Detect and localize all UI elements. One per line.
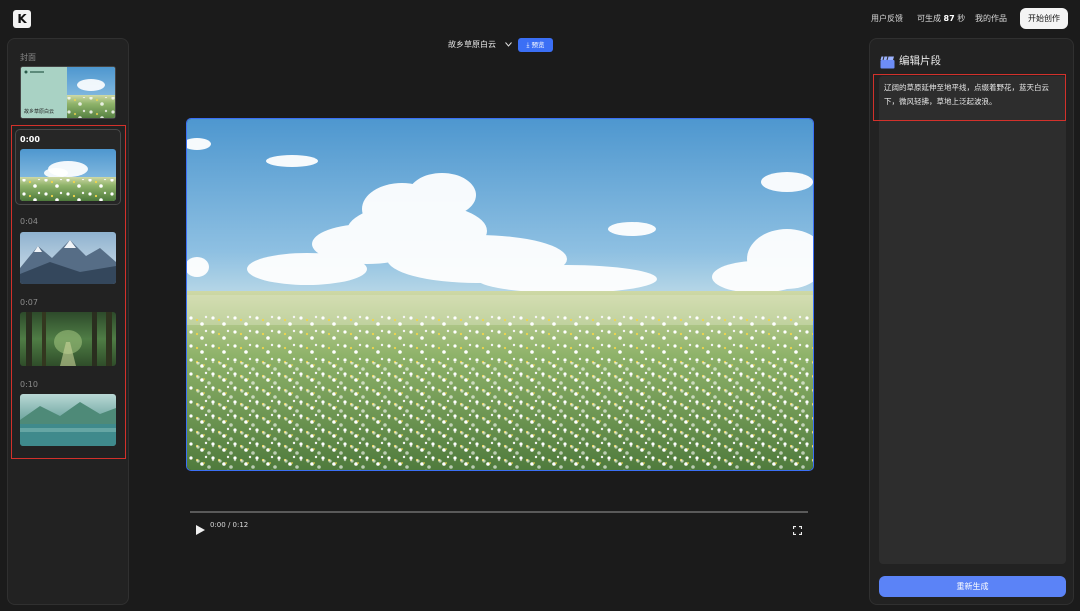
clip-thumbnail-meadow[interactable] <box>20 149 116 201</box>
video-player[interactable] <box>186 118 814 471</box>
clip-time: 0:00 <box>20 135 40 144</box>
segment-description-field[interactable] <box>879 76 1066 564</box>
project-title-dropdown[interactable]: 故乡草原白云 <box>448 39 512 50</box>
clip-time: 0:04 <box>20 217 38 226</box>
my-works-link[interactable]: 我的作品 <box>975 13 1007 24</box>
app-logo[interactable]: K <box>13 10 31 28</box>
credits-prefix: 可生成 <box>917 14 941 23</box>
cover-label: 封面 <box>20 53 36 62</box>
cover-title: 故乡草原白云 <box>24 109 55 115</box>
playback-progress-track[interactable] <box>190 511 808 513</box>
clapperboard-icon <box>880 54 895 73</box>
project-title: 故乡草原白云 <box>448 40 496 49</box>
preview-label: 预览 <box>531 41 545 49</box>
mountains-image <box>20 232 116 284</box>
start-create-button[interactable]: 开始创作 <box>1020 8 1068 29</box>
clip-time: 0:10 <box>20 380 38 389</box>
meadow-image <box>20 149 116 201</box>
clip-thumbnail-forest[interactable] <box>20 312 116 366</box>
download-icon: ⤓ <box>526 41 530 49</box>
lake-image <box>20 394 116 446</box>
credits-value: 87 <box>943 14 955 23</box>
edit-segment-panel: 编辑片段 辽阔的草原延伸至地平线，点缀着野花，蓝天白云下，微风轻拂，草地上泛起波… <box>869 38 1074 605</box>
regenerate-button[interactable]: 重新生成 <box>879 576 1066 597</box>
clip-sidebar: 封面 故乡草原白云 0:00 0:04 0:07 0:10 <box>7 38 129 605</box>
play-icon[interactable] <box>196 520 205 539</box>
credits-unit: 秒 <box>957 14 966 23</box>
video-frame <box>187 119 813 470</box>
fullscreen-icon[interactable] <box>792 520 803 539</box>
credits-remaining: 可生成 87 秒 <box>917 13 965 24</box>
clip-time: 0:07 <box>20 298 38 307</box>
panel-title: 编辑片段 <box>899 55 941 67</box>
time-readout: 0:00 / 0:12 <box>210 521 249 529</box>
segment-description-text[interactable]: 辽阔的草原延伸至地平线，点缀着野花，蓝天白云下，微风轻拂，草地上泛起波浪。 <box>884 81 1059 109</box>
preview-button[interactable]: ⤓ 预览 <box>518 38 553 52</box>
clip-thumbnail-mountains[interactable] <box>20 232 116 284</box>
feedback-link[interactable]: 用户反馈 <box>871 13 903 24</box>
chevron-down-icon <box>504 40 512 49</box>
cover-thumbnail[interactable]: 故乡草原白云 <box>20 66 116 119</box>
clip-thumbnail-lake[interactable] <box>20 394 116 446</box>
top-bar: K 用户反馈 可生成 87 秒 我的作品 开始创作 <box>0 0 1080 36</box>
forest-image <box>20 312 116 366</box>
